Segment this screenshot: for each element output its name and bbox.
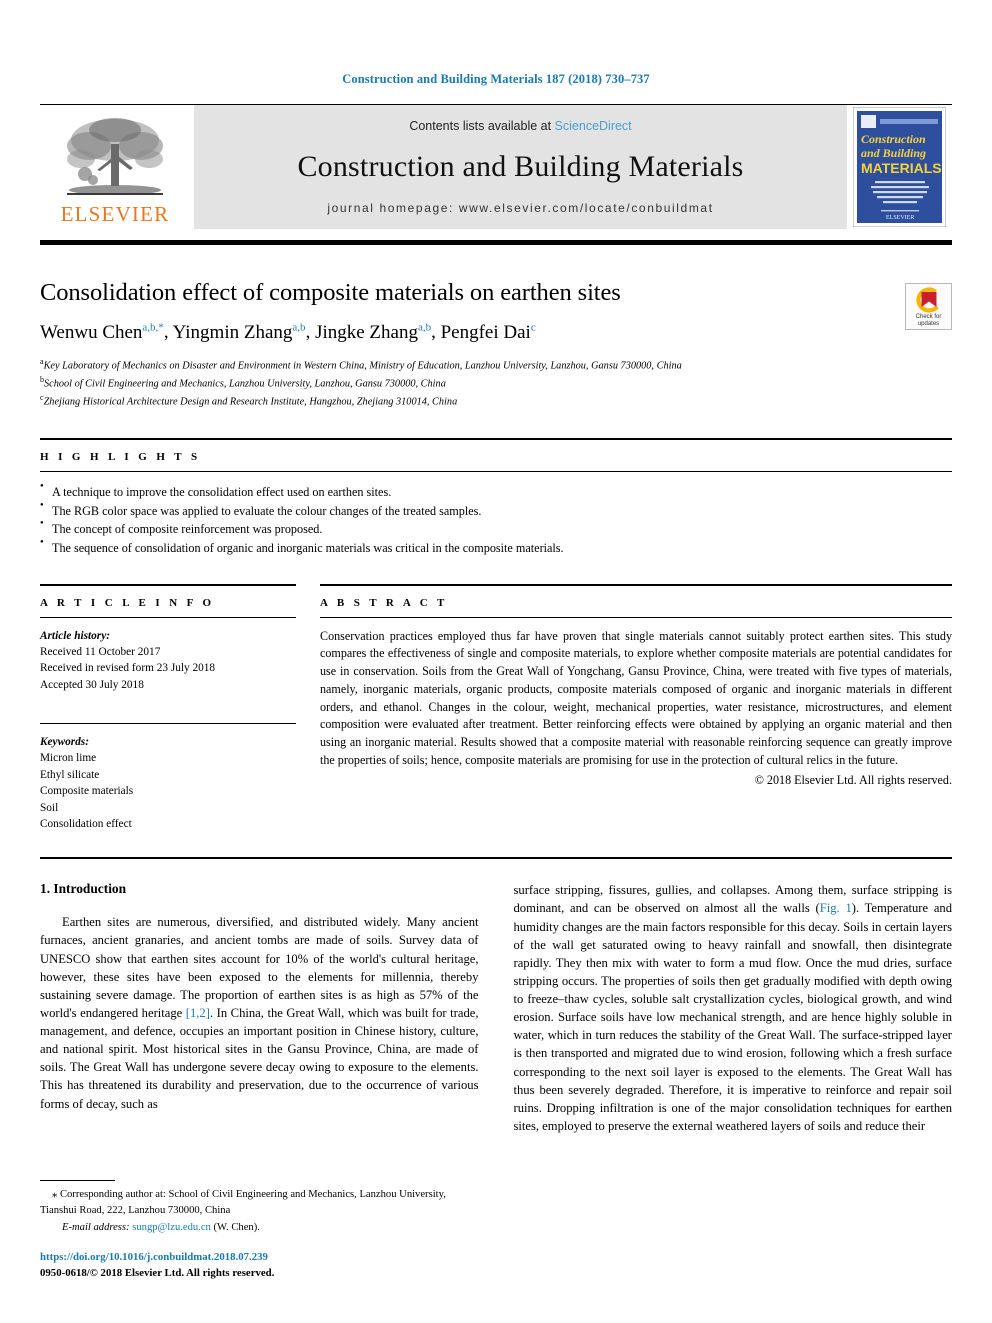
journal-band: Contents lists available at ScienceDirec… xyxy=(194,105,847,229)
author-affil-marks: c xyxy=(530,321,536,334)
highlights-list: A technique to improve the consolidation… xyxy=(40,472,952,557)
crossmark-badge[interactable]: Check for updates xyxy=(905,283,952,330)
page-title: Consolidation effect of composite materi… xyxy=(40,279,621,306)
paper-page: Construction and Building Materials 187 … xyxy=(0,0,992,1323)
elsevier-logo: ELSEVIER xyxy=(40,105,190,229)
list-item: The concept of composite reinforcement w… xyxy=(40,520,952,539)
body-column-right: surface stripping, fissures, gullies, an… xyxy=(514,881,953,1135)
journal-homepage[interactable]: journal homepage: www.elsevier.com/locat… xyxy=(327,201,713,215)
keywords-block: Keywords: Micron lime Ethyl silicate Com… xyxy=(40,723,296,832)
author-affil-marks: a,b xyxy=(292,321,306,334)
keyword: Composite materials xyxy=(40,785,134,798)
history-revised: Received in revised form 23 July 2018 xyxy=(40,662,216,675)
paragraph: surface stripping, fissures, gullies, an… xyxy=(514,881,953,1135)
elsevier-wordmark: ELSEVIER xyxy=(60,202,170,226)
sciencedirect-link[interactable]: ScienceDirect xyxy=(555,119,632,133)
abstract-copyright: © 2018 Elsevier Ltd. All rights reserved… xyxy=(754,772,952,787)
author-name: Yingmin Zhang xyxy=(172,321,293,343)
affiliation: cZhejiang Historical Architecture Design… xyxy=(40,392,952,410)
crossmark-label-line1: Check for xyxy=(915,314,942,320)
article-info-heading: A R T I C L E I N F O xyxy=(40,596,215,609)
email-owner: (W. Chen). xyxy=(213,1221,260,1233)
body-columns: 1. Introduction Earthen sites are numero… xyxy=(40,881,952,1135)
affiliation: bSchool of Civil Engineering and Mechani… xyxy=(40,374,952,392)
crossmark-label: Check for updates xyxy=(916,314,942,328)
svg-text:MATERIALS: MATERIALS xyxy=(861,160,942,176)
footnote-rule xyxy=(40,1180,115,1182)
keywords-label: Keywords: xyxy=(40,736,89,749)
contents-prefix: Contents lists available at xyxy=(409,119,555,133)
highlights-heading: H I G H L I G H T S xyxy=(40,451,201,464)
issn-copyright-line: 0950-0618/© 2018 Elsevier Ltd. All right… xyxy=(40,1266,275,1279)
cover-image: Construction and Building MATERIALS ELSE… xyxy=(853,107,946,227)
author-name: Jingke Zhang xyxy=(315,321,418,343)
masthead-bottom-rule xyxy=(40,240,952,245)
list-item: A technique to improve the consolidation… xyxy=(40,482,952,502)
paragraph-text: . In China, the Great Wall, which was bu… xyxy=(40,1005,479,1111)
paragraph: Earthen sites are numerous, diversified,… xyxy=(40,913,479,1112)
abstract-column: A B S T R A C T Conservation practices e… xyxy=(320,583,952,833)
affiliation-list: aKey Laboratory of Mechanics on Disaster… xyxy=(40,356,952,410)
journal-cover-thumbnail: Construction and Building MATERIALS ELSE… xyxy=(847,105,952,229)
running-head: Construction and Building Materials 187 … xyxy=(342,72,650,86)
svg-text:and Building: and Building xyxy=(861,146,926,160)
svg-text:Construction: Construction xyxy=(861,132,926,146)
affiliation-text: Zhejiang Historical Architecture Design … xyxy=(43,396,458,408)
body-column-left: 1. Introduction Earthen sites are numero… xyxy=(40,881,479,1135)
section-heading-introduction: 1. Introduction xyxy=(40,881,127,897)
article-info-column: A R T I C L E I N F O Article history: R… xyxy=(40,583,296,833)
abstract-heading: A B S T R A C T xyxy=(320,596,448,609)
corresponding-author-note: ⁎ Corresponding author at: School of Civ… xyxy=(40,1189,446,1216)
author-name: Wenwu Chen xyxy=(40,321,143,343)
footnote-zone: ⁎ Corresponding author at: School of Civ… xyxy=(40,1180,480,1281)
crossmark-label-line2: updates xyxy=(917,320,940,327)
citation-ref-1-2[interactable]: [1,2] xyxy=(186,1006,210,1020)
email-label: E-mail address: xyxy=(62,1221,130,1233)
figure-ref-fig-1[interactable]: Fig. 1 xyxy=(820,901,852,915)
paragraph-text: ). Temperature and humidity changes are … xyxy=(513,901,953,1133)
abstract-text: Conservation practices employed thus far… xyxy=(320,628,952,767)
elsevier-tree-icon xyxy=(67,118,163,195)
article-history-label: Article history: xyxy=(40,629,110,642)
author[interactable]: Yingmin Zhanga,b xyxy=(172,321,306,343)
keywords-body: Keywords: Micron lime Ethyl silicate Com… xyxy=(40,724,296,832)
body-top-rule xyxy=(40,857,952,860)
author[interactable]: Jingke Zhanga,b xyxy=(315,321,432,343)
email-note: E-mail address: sungp@lzu.edu.cn (W. Che… xyxy=(40,1220,480,1235)
email-link[interactable]: sungp@lzu.edu.cn xyxy=(132,1222,211,1233)
author[interactable]: Wenwu Chena,b,* xyxy=(40,321,164,343)
author-affil-marks: a,b xyxy=(417,321,432,334)
title-block: Check for updates Consolidation effect o… xyxy=(40,279,952,410)
list-item: The RGB color space was applied to evalu… xyxy=(40,501,952,521)
keyword: Ethyl silicate xyxy=(40,768,100,781)
doi-block: https://doi.org/10.1016/j.conbuildmat.20… xyxy=(40,1250,480,1281)
affiliation: aKey Laboratory of Mechanics on Disaster… xyxy=(40,356,952,374)
author-list: Wenwu Chena,b,*, Yingmin Zhanga,b, Jingk… xyxy=(40,321,536,343)
affiliation-text: Key Laboratory of Mechanics on Disaster … xyxy=(43,360,682,372)
affiliation-text: School of Civil Engineering and Mechanic… xyxy=(44,378,446,390)
author-name: Pengfei Dai xyxy=(440,321,531,343)
journal-masthead: ELSEVIER Contents lists available at Sci… xyxy=(40,104,952,229)
paragraph-text: Earthen sites are numerous, diversified,… xyxy=(40,915,479,1020)
article-history: Article history: Received 11 October 201… xyxy=(40,618,296,694)
crossmark-icon xyxy=(915,287,942,313)
author[interactable]: Pengfei Daic xyxy=(440,321,536,343)
history-accepted: Accepted 30 July 2018 xyxy=(40,678,144,691)
author-affil-marks: a,b,* xyxy=(142,321,164,334)
keyword: Soil xyxy=(40,801,59,814)
doi-link[interactable]: https://doi.org/10.1016/j.conbuildmat.20… xyxy=(40,1250,480,1265)
contents-available-line: Contents lists available at ScienceDirec… xyxy=(409,119,631,133)
keyword: Consolidation effect xyxy=(40,817,132,830)
svg-text:ELSEVIER: ELSEVIER xyxy=(886,215,914,221)
info-abstract-row: A R T I C L E I N F O Article history: R… xyxy=(40,583,952,833)
journal-title: Construction and Building Materials xyxy=(297,150,744,183)
list-item: The sequence of consolidation of organic… xyxy=(40,538,952,558)
keyword: Micron lime xyxy=(40,752,97,765)
history-received: Received 11 October 2017 xyxy=(40,645,161,658)
